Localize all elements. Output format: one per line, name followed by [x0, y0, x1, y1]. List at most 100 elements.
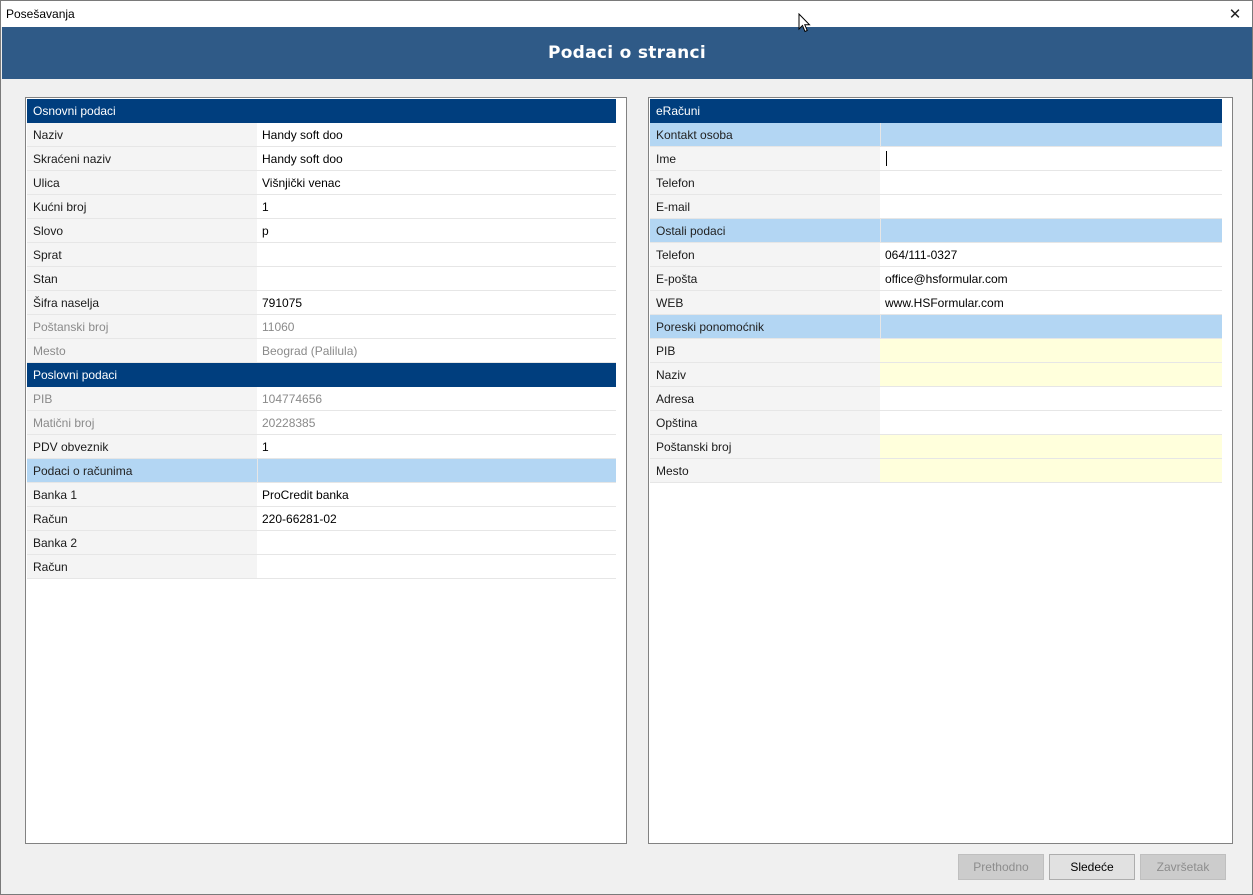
poreski-naziv-field[interactable]: [880, 363, 1222, 386]
row-poreski-pib[interactable]: PIB: [650, 339, 1222, 363]
subsection-kontakt-osoba: Kontakt osoba: [650, 123, 1222, 147]
poreski-pib-field[interactable]: [880, 339, 1222, 362]
row-racun-1[interactable]: Račun 220-66281-02: [27, 507, 616, 531]
row-eposta[interactable]: E-pošta office@hsformular.com: [650, 267, 1222, 291]
row-skraceni-naziv[interactable]: Skraćeni naziv Handy soft doo: [27, 147, 616, 171]
field-label: Slovo: [27, 219, 257, 242]
row-banka-1[interactable]: Banka 1 ProCredit banka: [27, 483, 616, 507]
postanski-broj-field: 11060: [257, 315, 616, 338]
settings-dialog: Posešavanja ✕ Podaci o stranci Osnovni p…: [0, 0, 1253, 895]
row-naziv[interactable]: Naziv Handy soft doo: [27, 123, 616, 147]
section-poslovni-podaci: Poslovni podaci: [27, 363, 616, 387]
row-banka-2[interactable]: Banka 2: [27, 531, 616, 555]
row-stan[interactable]: Stan: [27, 267, 616, 291]
ime-field[interactable]: [880, 147, 1222, 170]
poreski-opstina-field[interactable]: [880, 411, 1222, 434]
row-poreski-postanski-broj[interactable]: Poštanski broj: [650, 435, 1222, 459]
ulica-field[interactable]: Višnjički venac: [257, 171, 616, 194]
row-slovo[interactable]: Slovo p: [27, 219, 616, 243]
prev-button[interactable]: Prethodno: [958, 854, 1044, 880]
poreski-mesto-field[interactable]: [880, 459, 1222, 482]
racun-1-field[interactable]: 220-66281-02: [257, 507, 616, 530]
page-title: Podaci o stranci: [547, 43, 707, 63]
row-postanski-broj: Poštanski broj 11060: [27, 315, 616, 339]
title-bar: Posešavanja ✕: [1, 1, 1252, 27]
racun-2-field[interactable]: [257, 555, 616, 578]
field-label: Banka 2: [27, 531, 257, 554]
party-data-grid: Osnovni podaci Naziv Handy soft doo Skra…: [27, 99, 616, 579]
row-kucni-broj[interactable]: Kućni broj 1: [27, 195, 616, 219]
row-poreski-naziv[interactable]: Naziv: [650, 363, 1222, 387]
field-label: Opština: [650, 411, 880, 434]
field-label: PIB: [27, 387, 257, 410]
row-telefon[interactable]: Telefon 064/111-0327: [650, 243, 1222, 267]
e-invoice-grid: eRačuni Kontakt osoba Ime Telefon E-mail…: [650, 99, 1222, 483]
subsection-filler: [880, 123, 1222, 146]
field-label: Mesto: [650, 459, 880, 482]
row-kontakt-telefon[interactable]: Telefon: [650, 171, 1222, 195]
row-email[interactable]: E-mail: [650, 195, 1222, 219]
subsection-poreski-punomocnik: Poreski ponomoćnik: [650, 315, 1222, 339]
field-label: Ime: [650, 147, 880, 170]
email-field[interactable]: [880, 195, 1222, 218]
section-title: Poslovni podaci: [33, 367, 118, 382]
row-web[interactable]: WEB www.HSFormular.com: [650, 291, 1222, 315]
field-label: Poštanski broj: [650, 435, 880, 458]
mouse-cursor-icon: [798, 13, 811, 33]
poreski-postanski-broj-field[interactable]: [880, 435, 1222, 458]
row-sifra-naselja[interactable]: Šifra naselja 791075: [27, 291, 616, 315]
banka-1-field[interactable]: ProCredit banka: [257, 483, 616, 506]
field-label: Kućni broj: [27, 195, 257, 218]
subsection-filler: [257, 459, 616, 482]
banka-2-field[interactable]: [257, 531, 616, 554]
row-sprat[interactable]: Sprat: [27, 243, 616, 267]
subsection-title: Podaci o računima: [27, 459, 257, 482]
row-pdv-obveznik[interactable]: PDV obveznik 1: [27, 435, 616, 459]
text-caret: [886, 151, 887, 166]
close-icon[interactable]: ✕: [1218, 1, 1252, 27]
field-label: Račun: [27, 507, 257, 530]
mesto-field: Beograd (Palilula): [257, 339, 616, 362]
subsection-podaci-o-racunima: Podaci o računima: [27, 459, 616, 483]
kucni-broj-field[interactable]: 1: [257, 195, 616, 218]
subsection-title: Ostali podaci: [650, 219, 880, 242]
naziv-field[interactable]: Handy soft doo: [257, 123, 616, 146]
field-label: E-pošta: [650, 267, 880, 290]
field-label: Šifra naselja: [27, 291, 257, 314]
row-poreski-opstina[interactable]: Opština: [650, 411, 1222, 435]
web-field[interactable]: www.HSFormular.com: [880, 291, 1222, 314]
pdv-obveznik-field[interactable]: 1: [257, 435, 616, 458]
row-mesto: Mesto Beograd (Palilula): [27, 339, 616, 363]
page-header: Podaci o stranci: [2, 27, 1252, 79]
field-label: Telefon: [650, 243, 880, 266]
section-osnovni-podaci: Osnovni podaci: [27, 99, 616, 123]
finish-button[interactable]: Završetak: [1140, 854, 1226, 880]
sifra-naselja-field[interactable]: 791075: [257, 291, 616, 314]
field-label: Ulica: [27, 171, 257, 194]
field-label: Mesto: [27, 339, 257, 362]
subsection-title: Kontakt osoba: [650, 123, 880, 146]
sprat-field[interactable]: [257, 243, 616, 266]
subsection-ostali-podaci: Ostali podaci: [650, 219, 1222, 243]
row-ulica[interactable]: Ulica Višnjički venac: [27, 171, 616, 195]
maticni-broj-field: 20228385: [257, 411, 616, 434]
poreski-adresa-field[interactable]: [880, 387, 1222, 410]
field-label: Sprat: [27, 243, 257, 266]
row-racun-2[interactable]: Račun: [27, 555, 616, 579]
subsection-filler: [880, 219, 1222, 242]
stan-field[interactable]: [257, 267, 616, 290]
skraceni-naziv-field[interactable]: Handy soft doo: [257, 147, 616, 170]
row-poreski-mesto[interactable]: Mesto: [650, 459, 1222, 483]
eposta-field[interactable]: office@hsformular.com: [880, 267, 1222, 290]
field-label: Matični broj: [27, 411, 257, 434]
kontakt-telefon-field[interactable]: [880, 171, 1222, 194]
field-label: PIB: [650, 339, 880, 362]
slovo-field[interactable]: p: [257, 219, 616, 242]
telefon-field[interactable]: 064/111-0327: [880, 243, 1222, 266]
row-poreski-adresa[interactable]: Adresa: [650, 387, 1222, 411]
field-label: WEB: [650, 291, 880, 314]
field-label: Naziv: [27, 123, 257, 146]
row-ime[interactable]: Ime: [650, 147, 1222, 171]
section-title: eRačuni: [656, 103, 701, 118]
next-button[interactable]: Sledeće: [1049, 854, 1135, 880]
